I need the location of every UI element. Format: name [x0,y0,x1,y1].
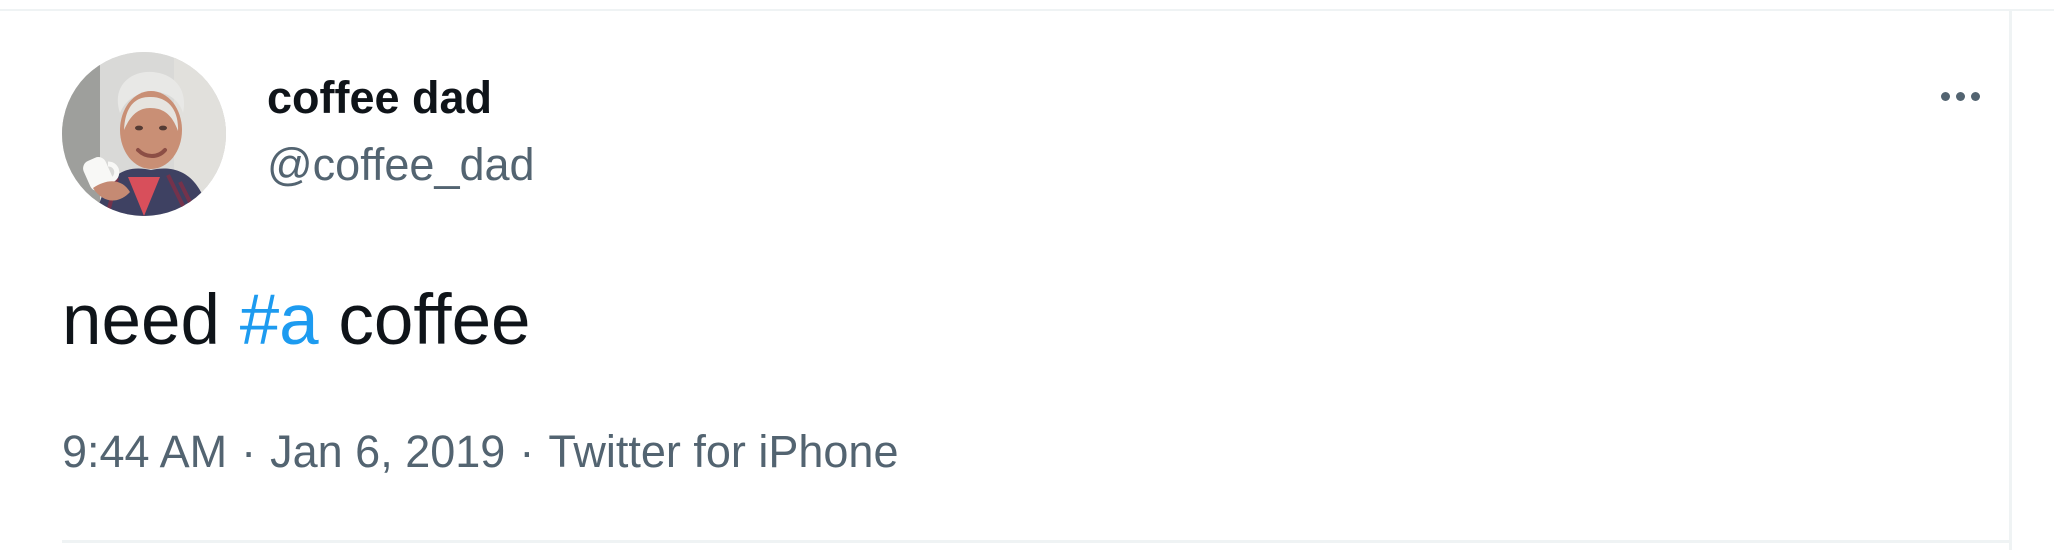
bottom-divider [62,540,2009,543]
tweet-card: coffee dad @coffee_dad need #a coffee 9:… [0,0,2054,550]
top-divider [0,9,2054,11]
more-horizontal-icon [1970,91,1980,101]
author-display-name[interactable]: coffee dad [267,70,492,126]
author-handle[interactable]: @coffee_dad [267,137,535,193]
metadata-separator: · [519,426,535,477]
timestamp-time-link[interactable]: 9:44 AM [62,426,227,477]
right-divider [2009,9,2012,550]
tweet-source-link[interactable]: Twitter for iPhone [548,426,898,477]
metadata-separator: · [241,426,257,477]
tweet-text-before-hashtag: need [62,281,220,360]
tweet-text: need #a coffee [62,278,531,364]
hashtag-link[interactable]: #a [240,281,319,360]
more-horizontal-icon [1940,91,1950,101]
person-holding-mug-avatar-icon [62,52,226,216]
avatar[interactable] [62,52,226,216]
tweet-metadata: 9:44 AM · Jan 6, 2019 · Twitter for iPhone [62,424,898,480]
timestamp-date-link[interactable]: Jan 6, 2019 [270,426,505,477]
more-horizontal-icon [1955,91,1965,101]
more-options-button[interactable] [1930,76,1990,116]
tweet-text-after-hashtag: coffee [338,281,531,360]
